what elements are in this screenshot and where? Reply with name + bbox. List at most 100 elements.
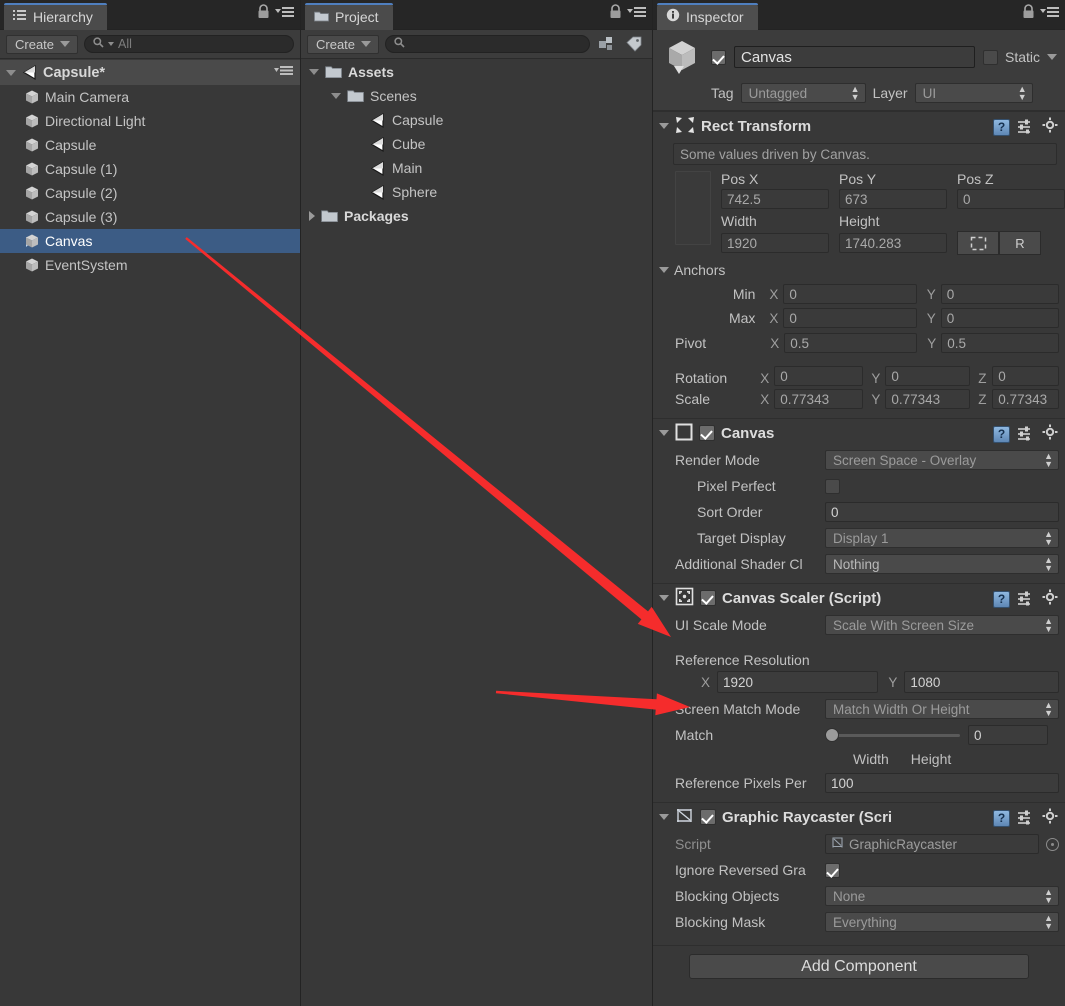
hierarchy-item-capsule-3[interactable]: Capsule (3): [0, 205, 300, 229]
pixel-perfect-checkbox[interactable]: [825, 478, 840, 494]
render-mode-dropdown[interactable]: Screen Space - Overlay ▲ ▼: [825, 450, 1059, 470]
anchor-max-x-field[interactable]: 0: [783, 308, 917, 328]
pos-y-field[interactable]: 673: [839, 189, 947, 209]
panel-menu-icon[interactable]: [627, 5, 646, 21]
width-field[interactable]: 1920: [721, 233, 829, 253]
help-icon[interactable]: ?: [993, 809, 1010, 827]
help-icon[interactable]: ?: [993, 118, 1010, 136]
tab-inspector[interactable]: Inspector: [657, 3, 758, 30]
pos-z-field[interactable]: 0: [957, 189, 1065, 209]
lock-icon[interactable]: [257, 4, 270, 22]
project-search-input[interactable]: [385, 35, 590, 53]
reference-resolution-y-field[interactable]: 1080: [904, 671, 1059, 693]
screen-match-mode-dropdown[interactable]: Match Width Or Height ▲ ▼: [825, 699, 1059, 719]
blocking-objects-dropdown[interactable]: None ▲ ▼: [825, 886, 1059, 906]
hierarchy-item-main-camera[interactable]: Main Camera: [0, 85, 300, 109]
script-object-field[interactable]: GraphicRaycaster: [825, 834, 1039, 854]
preset-icon[interactable]: [1017, 425, 1035, 444]
lock-icon[interactable]: [609, 4, 622, 22]
chevron-down-icon[interactable]: [659, 595, 669, 601]
object-picker-icon[interactable]: [1046, 837, 1059, 851]
scene-context-menu-icon[interactable]: [274, 65, 293, 76]
preset-icon[interactable]: [1017, 118, 1035, 137]
tab-hierarchy[interactable]: Hierarchy: [4, 3, 107, 30]
hierarchy-item-directional-light[interactable]: Directional Light: [0, 109, 300, 133]
project-create-button[interactable]: Create: [307, 34, 380, 54]
scene-root-row[interactable]: Capsule*: [0, 60, 300, 85]
hierarchy-create-button[interactable]: Create: [6, 34, 79, 54]
chevron-down-icon[interactable]: [659, 814, 669, 820]
anchor-min-y-field[interactable]: 0: [940, 284, 1059, 304]
shader-channels-dropdown[interactable]: Nothing ▲ ▼: [825, 554, 1059, 574]
hierarchy-item-capsule[interactable]: Capsule: [0, 133, 300, 157]
tag-dropdown[interactable]: Untagged ▲ ▼: [740, 83, 866, 103]
chevron-down-icon[interactable]: [659, 267, 669, 273]
panel-menu-icon[interactable]: [1040, 5, 1059, 21]
gear-icon[interactable]: [1042, 808, 1059, 828]
ignore-reversed-checkbox[interactable]: [825, 862, 840, 878]
chevron-right-icon[interactable]: [309, 211, 315, 221]
pivot-x-field[interactable]: 0.5: [784, 333, 918, 353]
project-item-sphere[interactable]: Sphere: [301, 180, 652, 204]
chevron-down-icon[interactable]: [6, 69, 16, 76]
layer-dropdown[interactable]: UI ▲ ▼: [914, 83, 1033, 103]
rect-transform-header[interactable]: Rect Transform ?: [653, 112, 1065, 140]
match-slider-knob[interactable]: [825, 728, 839, 742]
hierarchy-item-canvas[interactable]: Canvas: [0, 229, 300, 253]
hierarchy-item-eventsystem[interactable]: EventSystem: [0, 253, 300, 277]
add-component-button[interactable]: Add Component: [689, 954, 1029, 979]
match-value-field[interactable]: 0: [968, 725, 1048, 745]
match-slider[interactable]: [825, 725, 960, 745]
raw-edit-mode-button[interactable]: R: [999, 231, 1041, 255]
hierarchy-search-input[interactable]: All: [84, 35, 294, 53]
static-dropdown-chevron-icon[interactable]: [1047, 54, 1057, 60]
scale-y-field[interactable]: 0.77343: [885, 389, 971, 409]
pivot-y-field[interactable]: 0.5: [941, 333, 1059, 353]
project-item-assets[interactable]: Assets: [301, 60, 652, 84]
reference-pixels-field[interactable]: 100: [825, 773, 1059, 793]
gameobject-enabled-checkbox[interactable]: [711, 49, 726, 65]
canvas-scaler-header[interactable]: Canvas Scaler (Script) ?: [653, 584, 1065, 612]
canvas-header[interactable]: Canvas ?: [653, 419, 1065, 447]
project-item-cube[interactable]: Cube: [301, 132, 652, 156]
rotation-x-field[interactable]: 0: [774, 366, 864, 386]
gear-icon[interactable]: [1042, 589, 1059, 609]
canvas-scaler-enabled-checkbox[interactable]: [700, 590, 716, 606]
blueprint-mode-button[interactable]: [957, 231, 999, 255]
preset-icon[interactable]: [1017, 809, 1035, 828]
preset-icon[interactable]: [1017, 590, 1035, 609]
help-icon[interactable]: ?: [993, 425, 1010, 443]
anchor-preset-widget[interactable]: [675, 171, 711, 245]
scale-z-field[interactable]: 0.77343: [992, 389, 1059, 409]
chevron-down-icon[interactable]: [331, 93, 341, 99]
height-field[interactable]: 1740.283: [839, 233, 947, 253]
filter-by-label-icon[interactable]: [624, 34, 646, 54]
project-item-main[interactable]: Main: [301, 156, 652, 180]
tab-project[interactable]: Project: [305, 3, 393, 30]
reference-resolution-x-field[interactable]: 1920: [717, 671, 879, 693]
lock-icon[interactable]: [1022, 4, 1035, 22]
pos-x-field[interactable]: 742.5: [721, 189, 829, 209]
help-icon[interactable]: ?: [993, 590, 1010, 608]
gear-icon[interactable]: [1042, 117, 1059, 137]
rotation-z-field[interactable]: 0: [992, 366, 1059, 386]
search-filter-chevron-icon[interactable]: [108, 42, 115, 46]
static-checkbox[interactable]: [982, 49, 998, 65]
anchor-max-y-field[interactable]: 0: [940, 308, 1059, 328]
target-display-dropdown[interactable]: Display 1 ▲ ▼: [825, 528, 1059, 548]
hierarchy-item-capsule-1[interactable]: Capsule (1): [0, 157, 300, 181]
graphic-raycaster-header[interactable]: Graphic Raycaster (Scri ?: [653, 803, 1065, 831]
gear-icon[interactable]: [1042, 424, 1059, 444]
project-item-capsule[interactable]: Capsule: [301, 108, 652, 132]
chevron-down-icon[interactable]: [309, 69, 319, 75]
rotation-y-field[interactable]: 0: [885, 366, 971, 386]
scale-x-field[interactable]: 0.77343: [774, 389, 864, 409]
project-item-scenes[interactable]: Scenes: [301, 84, 652, 108]
gameobject-name-field[interactable]: Canvas: [734, 46, 975, 68]
chevron-down-icon[interactable]: [659, 430, 669, 436]
sort-order-field[interactable]: 0: [825, 502, 1059, 522]
hierarchy-item-capsule-2[interactable]: Capsule (2): [0, 181, 300, 205]
project-item-packages[interactable]: Packages: [301, 204, 652, 228]
panel-menu-icon[interactable]: [275, 5, 294, 21]
filter-by-type-icon[interactable]: [596, 34, 618, 54]
